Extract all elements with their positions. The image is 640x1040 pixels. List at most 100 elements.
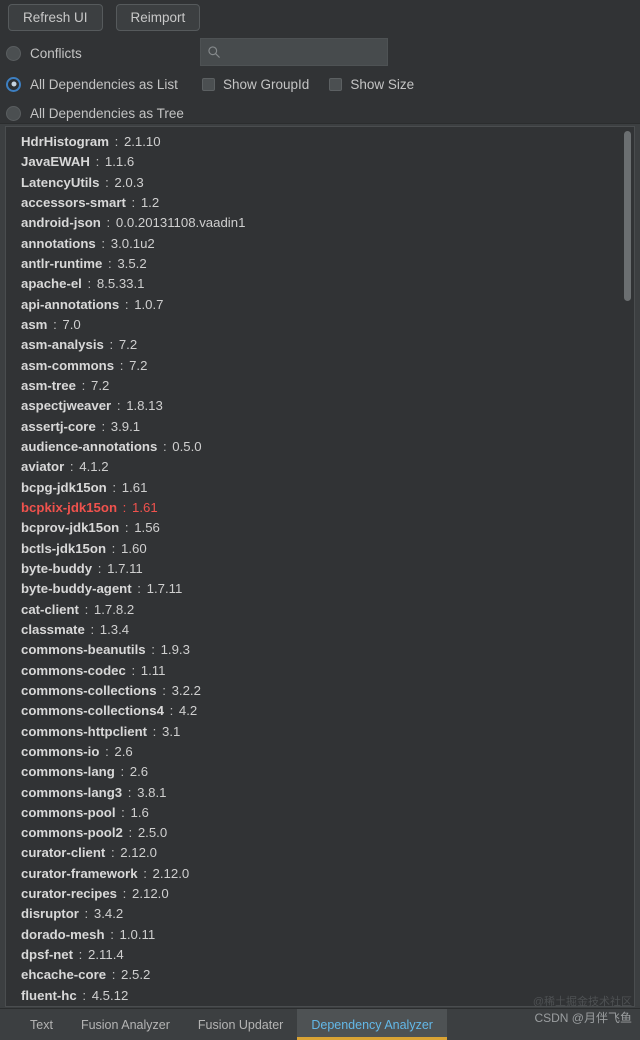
dependency-row[interactable]: audience-annotations : 0.5.0: [6, 437, 634, 457]
dependency-separator: :: [80, 906, 92, 922]
dependency-row[interactable]: curator-client : 2.12.0: [6, 843, 634, 863]
reimport-button[interactable]: Reimport: [115, 4, 201, 31]
dependency-name: aspectjweaver: [21, 398, 112, 414]
dependency-version: 3.9.1: [110, 418, 141, 434]
radio-option-all-dependencies-as-tree[interactable]: All Dependencies as Tree: [6, 102, 184, 124]
dependency-separator: :: [83, 276, 95, 292]
dependency-separator: :: [78, 987, 90, 1003]
dependency-row[interactable]: asm-analysis : 7.2: [6, 335, 634, 355]
dependency-name: curator-recipes: [21, 886, 118, 902]
dependency-row[interactable]: HdrHistogram : 2.1.10: [6, 132, 634, 152]
dependency-row[interactable]: aspectjweaver : 1.8.13: [6, 396, 634, 416]
dependency-row[interactable]: curator-recipes : 2.12.0: [6, 884, 634, 904]
dependency-name: api-annotations: [21, 296, 120, 312]
dependency-name: cat-client: [21, 601, 79, 617]
radio-option-all-dependencies-as-list[interactable]: All Dependencies as List: [6, 73, 178, 95]
dependency-version: 3.0.1u2: [110, 235, 155, 251]
dependency-row[interactable]: byte-buddy : 1.7.11: [6, 559, 634, 579]
dependency-separator: :: [101, 174, 113, 190]
dependency-version: 0.5.0: [172, 438, 202, 454]
dependency-row[interactable]: commons-collections4 : 4.2: [6, 701, 634, 721]
tab-fusion-analyzer[interactable]: Fusion Analyzer: [67, 1009, 184, 1040]
search-input[interactable]: [226, 44, 402, 60]
dependency-row[interactable]: fluent-hc : 4.5.12: [6, 986, 634, 1006]
scrollbar-thumb[interactable]: [624, 131, 631, 301]
refresh-ui-button[interactable]: Refresh UI: [8, 4, 103, 31]
dependency-separator: :: [119, 499, 131, 515]
dependency-version: 3.8.1: [137, 784, 167, 800]
dependency-name: bcpkix-jdk15on: [21, 499, 118, 515]
dependency-list-panel[interactable]: HdrHistogram : 2.1.10 JavaEWAH : 1.1.6 Lat…: [5, 126, 635, 1007]
dependency-row[interactable]: JavaEWAH : 1.1.6: [6, 152, 634, 172]
dependency-row[interactable]: accessors-smart : 1.2: [6, 193, 634, 213]
radio-mark-all-dependencies-as-list[interactable]: [6, 76, 21, 92]
dependency-version: 4.5.12: [91, 987, 129, 1003]
dependency-row[interactable]: LatencyUtils : 2.0.3: [6, 173, 634, 193]
radio-label-all-dependencies-as-list: All Dependencies as List: [30, 76, 178, 92]
dependency-row[interactable]: cat-client : 1.7.8.2: [6, 600, 634, 620]
dependency-row[interactable]: annotations : 3.0.1u2: [6, 234, 634, 254]
dependency-row[interactable]: dpsf-net : 2.11.4: [6, 945, 634, 965]
dependency-row[interactable]: byte-buddy-agent : 1.7.11: [6, 579, 634, 599]
checkbox-show-groupid[interactable]: Show GroupId: [202, 77, 309, 92]
dependency-row[interactable]: commons-lang : 2.6: [6, 762, 634, 782]
dependency-version: 1.3.4: [99, 621, 130, 637]
dependency-row[interactable]: bctls-jdk15on : 1.60: [6, 539, 634, 559]
dependency-row[interactable]: dorado-mesh : 1.0.11: [6, 925, 634, 945]
dependency-version: 4.1.2: [79, 459, 109, 475]
radio-mark-conflicts[interactable]: [6, 45, 21, 61]
search-box[interactable]: [200, 38, 402, 66]
dependency-row[interactable]: aviator : 4.1.2: [6, 457, 634, 477]
dependency-separator: :: [121, 296, 133, 312]
dependency-row[interactable]: commons-beanutils : 1.9.3: [6, 640, 634, 660]
dependency-name: asm-analysis: [21, 337, 104, 353]
checkbox-mark-show-size[interactable]: [329, 77, 343, 91]
dependency-row[interactable]: ehcache-core : 2.5.2: [6, 965, 634, 985]
dependency-list-scrollbar[interactable]: [621, 127, 634, 1006]
dependency-row[interactable]: bcpkix-jdk15on : 1.61: [6, 498, 634, 518]
dependency-name: commons-httpclient: [21, 723, 148, 739]
dependency-separator: :: [94, 560, 106, 576]
dependency-row[interactable]: bcprov-jdk15on : 1.56: [6, 518, 634, 538]
dependency-row[interactable]: asm-tree : 7.2: [6, 376, 634, 396]
dependency-row[interactable]: commons-collections : 3.2.2: [6, 681, 634, 701]
dependency-row[interactable]: apache-el : 8.5.33.1: [6, 274, 634, 294]
dependency-separator: :: [119, 886, 131, 902]
dependency-row[interactable]: commons-codec : 1.11: [6, 661, 634, 681]
radio-mark-all-dependencies-as-tree[interactable]: [6, 105, 21, 121]
tab-text[interactable]: Text: [16, 1009, 67, 1040]
dependency-row[interactable]: bcpg-jdk15on : 1.61: [6, 478, 634, 498]
dependency-separator: :: [108, 479, 120, 495]
tab-dependency-analyzer[interactable]: Dependency Analyzer: [297, 1009, 447, 1040]
dependency-name: classmate: [21, 621, 85, 637]
tab-fusion-updater[interactable]: Fusion Updater: [184, 1009, 297, 1040]
dependency-row[interactable]: asm-commons : 7.2: [6, 356, 634, 376]
dependency-row[interactable]: api-annotations : 1.0.7: [6, 295, 634, 315]
dependency-row[interactable]: assertj-core : 3.9.1: [6, 417, 634, 437]
dependency-name: commons-collections: [21, 682, 157, 698]
dependency-separator: :: [159, 438, 171, 454]
radio-option-conflicts[interactable]: Conflicts: [6, 42, 82, 64]
checkbox-show-size[interactable]: Show Size: [329, 77, 414, 92]
dependency-row[interactable]: commons-lang3 : 3.8.1: [6, 783, 634, 803]
dependency-row[interactable]: commons-pool2 : 2.5.0: [6, 823, 634, 843]
dependency-row[interactable]: curator-framework : 2.12.0: [6, 864, 634, 884]
checkbox-mark-show-groupid[interactable]: [202, 77, 215, 91]
dependency-separator: :: [133, 581, 145, 597]
dependency-separator: :: [147, 642, 159, 658]
dependency-row[interactable]: android-json : 0.0.20131108.vaadin1: [6, 213, 634, 233]
dependency-row[interactable]: antlr-runtime : 3.5.2: [6, 254, 634, 274]
dependency-row[interactable]: commons-httpclient : 3.1: [6, 722, 634, 742]
dependency-version: 1.1.6: [104, 154, 135, 170]
dependency-name: commons-collections4: [21, 703, 164, 719]
dependency-row[interactable]: commons-io : 2.6: [6, 742, 634, 762]
dependency-version: 2.11.4: [88, 947, 124, 963]
dependency-row[interactable]: asm : 7.0: [6, 315, 634, 335]
dependency-separator: :: [124, 825, 136, 841]
dependency-row[interactable]: disruptor : 3.4.2: [6, 904, 634, 924]
dependency-separator: :: [97, 235, 109, 251]
dependency-separator: :: [91, 154, 103, 170]
dependency-version: 2.0.3: [114, 174, 144, 190]
dependency-row[interactable]: classmate : 1.3.4: [6, 620, 634, 640]
dependency-row[interactable]: commons-pool : 1.6: [6, 803, 634, 823]
